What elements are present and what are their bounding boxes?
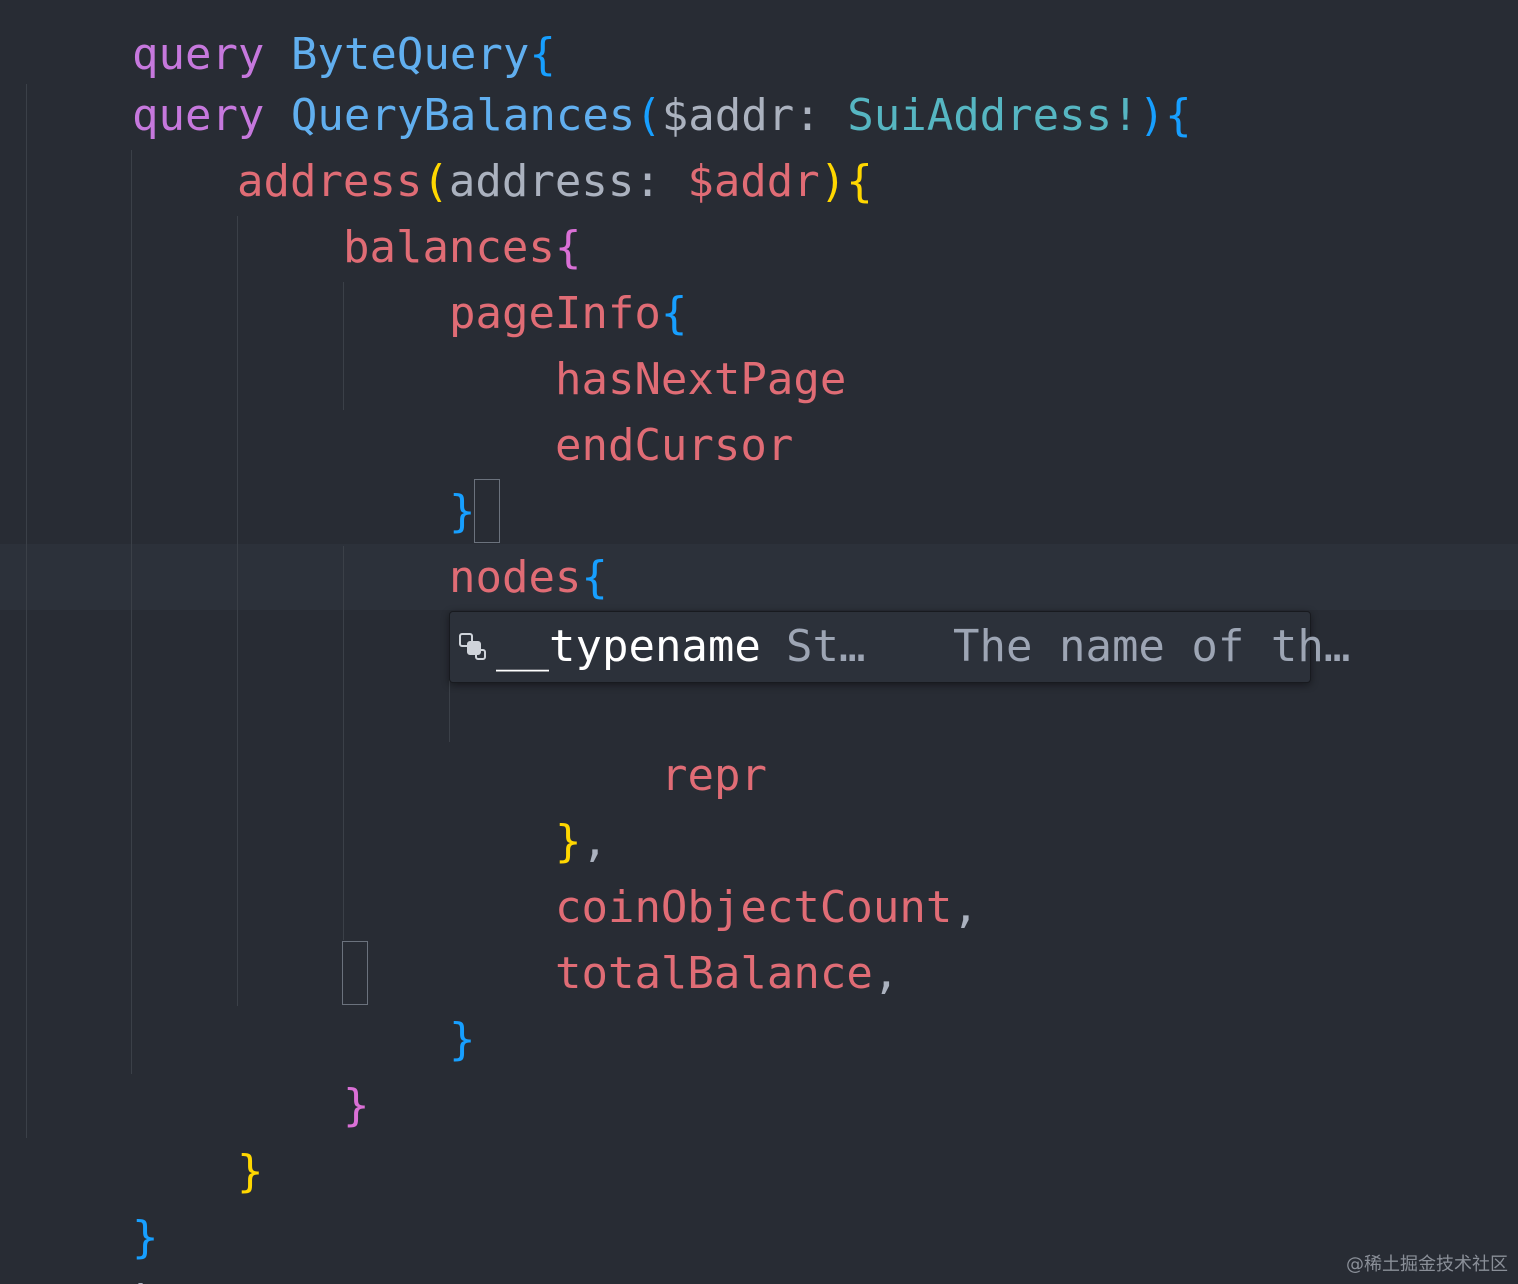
suggestion-item[interactable]: __typename St… The name of th… xyxy=(450,612,1350,682)
code-line-12: coinObjectCount, xyxy=(449,809,979,933)
code-line-13: totalBalance, xyxy=(449,875,899,999)
field-nodes: nodes xyxy=(448,552,582,603)
colon: : xyxy=(634,156,688,207)
bracket-match-highlight xyxy=(342,941,368,1005)
code-line-6: endCursor xyxy=(449,347,793,471)
current-line-highlight xyxy=(0,544,1518,610)
code-line-18: `), xyxy=(26,1205,212,1284)
open-brace: { xyxy=(846,156,873,207)
field-icon xyxy=(459,633,486,660)
code-line-3: balances{ xyxy=(237,149,581,273)
open-brace: { xyxy=(1165,90,1192,141)
code-line-2: address(address: $addr){ xyxy=(131,83,873,207)
field-totalbalance: totalBalance xyxy=(554,948,873,999)
close-brace-matched: } xyxy=(448,1014,476,1065)
indent-guide xyxy=(26,84,27,1138)
code-line-1: query QueryBalances($addr: SuiAddress!){ xyxy=(26,17,1192,141)
backtick: ` xyxy=(132,1278,159,1284)
variable: $addr xyxy=(687,156,820,207)
indent-guide xyxy=(131,150,132,1074)
code-line-15: } xyxy=(237,1007,370,1131)
comma: , xyxy=(185,1278,212,1284)
close-brace: } xyxy=(342,1080,370,1131)
suggestion-label: __typename xyxy=(496,621,761,672)
open-brace-matched: { xyxy=(581,552,608,603)
close-brace: } xyxy=(236,1146,264,1197)
field-endcursor: endCursor xyxy=(554,420,794,471)
close-paren: ) xyxy=(819,156,847,207)
code-editor[interactable]: query ByteQuery{ query QueryBalances($ad… xyxy=(0,0,1518,1284)
suggestion-type: St… xyxy=(786,621,866,672)
bracket-match-highlight xyxy=(474,479,500,543)
watermark: @稀土掘金技术社区 xyxy=(1346,1254,1508,1275)
code-line-17: } xyxy=(26,1139,159,1263)
close-paren: ) xyxy=(158,1278,185,1284)
code-line-5: hasNextPage xyxy=(449,281,846,405)
code-line-16: } xyxy=(131,1073,264,1197)
code-line-7: } xyxy=(343,413,476,537)
close-paren: ) xyxy=(1138,90,1166,141)
suggestion-doc: The name of th… xyxy=(953,621,1351,672)
indent-guide xyxy=(449,680,450,742)
field-repr: repr xyxy=(660,750,767,801)
code-line-4: pageInfo{ xyxy=(343,215,687,339)
comma: , xyxy=(952,882,979,933)
code-line-10: repr xyxy=(555,677,767,801)
comma: , xyxy=(872,948,900,999)
code-line-11: }, xyxy=(449,743,608,867)
type-name: SuiAddress! xyxy=(847,90,1139,141)
autocomplete-widget[interactable]: __typename St… The name of th… xyxy=(449,611,1350,683)
